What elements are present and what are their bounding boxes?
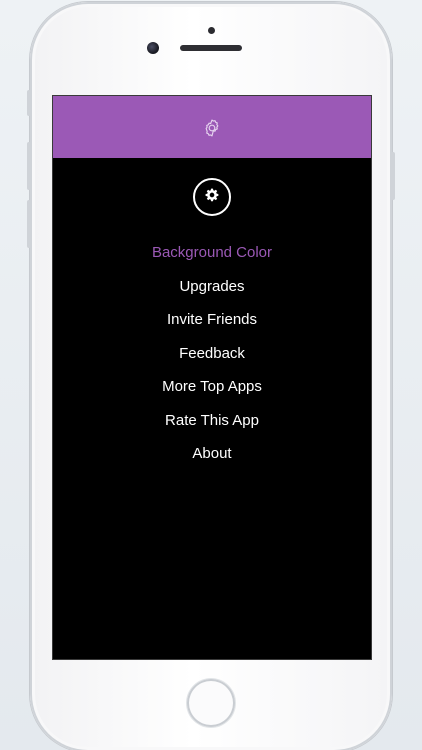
power-button (391, 152, 395, 200)
gear-icon[interactable] (202, 118, 222, 138)
volume-up-button (27, 142, 31, 190)
earpiece-speaker (180, 45, 242, 51)
gear-icon (205, 188, 219, 207)
navigation-bar (53, 96, 371, 158)
menu-item-more-top-apps[interactable]: More Top Apps (53, 375, 371, 409)
menu-item-upgrades[interactable]: Upgrades (53, 275, 371, 309)
settings-badge[interactable] (193, 178, 231, 216)
volume-down-button (27, 200, 31, 248)
mute-switch (27, 90, 31, 116)
menu-item-rate-this-app[interactable]: Rate This App (53, 409, 371, 443)
proximity-sensor (208, 27, 215, 34)
menu-item-feedback[interactable]: Feedback (53, 342, 371, 376)
front-camera (147, 42, 159, 54)
menu-item-invite-friends[interactable]: Invite Friends (53, 308, 371, 342)
app-screen: Background Color Upgrades Invite Friends… (52, 95, 372, 660)
menu-item-background-color[interactable]: Background Color (53, 241, 371, 275)
app-store-screenshot: Background Color Upgrades Invite Friends… (0, 0, 422, 750)
settings-menu: Background Color Upgrades Invite Friends… (53, 241, 371, 476)
home-button[interactable] (187, 679, 235, 727)
menu-item-about[interactable]: About (53, 442, 371, 476)
